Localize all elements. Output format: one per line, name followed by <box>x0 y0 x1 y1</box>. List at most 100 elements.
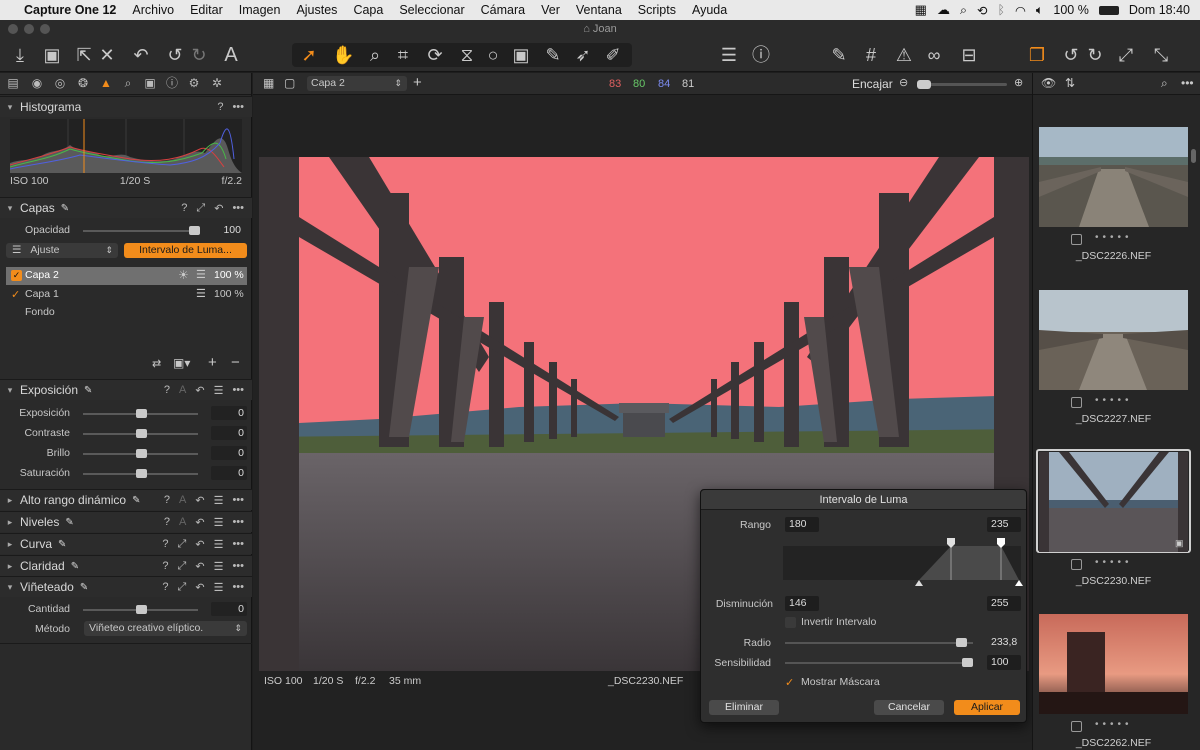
saturation-slider[interactable] <box>83 469 198 478</box>
brush-icon[interactable]: ✎ <box>71 561 79 572</box>
expand-icon[interactable]: ⤢ <box>178 560 187 573</box>
expand-icon[interactable]: ⤢ <box>178 538 187 551</box>
reset-icon[interactable]: ↶ <box>214 202 223 215</box>
more-icon[interactable]: ••• <box>232 384 244 397</box>
exposure-value[interactable]: 0 <box>211 406 247 420</box>
reset-icon[interactable]: ↶ <box>195 516 204 529</box>
spotlight-search-icon[interactable]: ⌕ <box>960 3 967 18</box>
window-zoom-button[interactable] <box>40 24 50 34</box>
hdr-header[interactable]: ▸ Alto rango dinámico ✎ ? A ↶ ☰ ••• <box>0 489 252 510</box>
zoom-slider-knob[interactable] <box>917 80 931 89</box>
exposure-slider[interactable] <box>83 409 198 418</box>
thumbnail-item[interactable]: ••••• _DSC2226.NEF <box>1039 127 1188 262</box>
menu-capa[interactable]: Capa <box>345 3 391 17</box>
window-close-button[interactable] <box>8 24 18 34</box>
stack-icon[interactable]: ❐ <box>1026 43 1048 67</box>
contrast-slider[interactable] <box>83 429 198 438</box>
thumbnail-checkbox[interactable] <box>1071 234 1082 245</box>
tab-metadata-icon[interactable]: ⓘ <box>165 76 179 90</box>
radius-slider-knob[interactable] <box>956 638 967 647</box>
browser-more-icon[interactable]: ••• <box>1181 76 1194 90</box>
menu-ver[interactable]: Ver <box>533 3 568 17</box>
tab-lens-icon[interactable]: ◎ <box>53 76 67 90</box>
thumbnail-image[interactable] <box>1039 127 1188 227</box>
saturation-value[interactable]: 0 <box>211 466 247 480</box>
battery-icon[interactable] <box>1098 5 1119 15</box>
rotate-tool-icon[interactable]: ⟳ <box>424 43 446 67</box>
layer-name[interactable]: Capa 1 <box>25 288 59 300</box>
rating-stars[interactable]: ••••• <box>1095 395 1133 406</box>
thumbnail-item[interactable]: ••••• _DSC2262.NEF <box>1039 614 1188 749</box>
mask-options-icon[interactable]: ▣▾ <box>173 356 190 370</box>
radius-slider[interactable] <box>785 638 973 647</box>
layer-visibility-checkbox[interactable]: ✓ <box>11 270 22 281</box>
viewer-layout-icon[interactable]: ☰ <box>718 43 740 67</box>
help-icon[interactable]: ? <box>164 516 170 529</box>
layer-row[interactable]: ✓ Capa 1 ☰ 100 % <box>6 286 247 304</box>
menu-ajustes[interactable]: Ajustes <box>288 3 345 17</box>
list-icon[interactable]: ☰ <box>214 581 224 594</box>
menu-ayuda[interactable]: Ayuda <box>684 3 735 17</box>
swap-icon[interactable]: ⇄ <box>152 357 161 370</box>
opacity-value[interactable]: 100 <box>208 223 244 237</box>
creative-cloud-icon[interactable]: ☁ <box>937 2 950 18</box>
more-icon[interactable]: ••• <box>232 101 244 113</box>
zoom-in-icon[interactable]: ⊕ <box>1014 76 1023 89</box>
rotate-left-icon[interactable]: ↺ <box>1060 43 1082 67</box>
help-icon[interactable]: ? <box>162 560 168 573</box>
eye-icon[interactable]: 👁︎ <box>1041 76 1056 90</box>
levels-header[interactable]: ▸ Niveles ✎ ? A ↶ ☰ ••• <box>0 511 252 532</box>
vignette-header[interactable]: ▾ Viñeteado ✎ ? ⤢ ↶ ☰ ••• <box>0 576 252 597</box>
thumbnail-image[interactable] <box>1039 614 1188 714</box>
brightness-value[interactable]: 0 <box>211 446 247 460</box>
thumbnail-checkbox[interactable] <box>1071 397 1082 408</box>
thumbnail-image[interactable] <box>1039 452 1188 552</box>
zoom-out-icon[interactable]: ⊖ <box>899 76 908 89</box>
reset-icon[interactable]: ↶ <box>195 581 204 594</box>
help-icon[interactable]: ? <box>164 384 170 397</box>
reset-icon[interactable]: ↶ <box>195 384 204 397</box>
show-mask-checkbox[interactable]: ✓ <box>785 676 794 689</box>
menu-scripts[interactable]: Scripts <box>630 3 684 17</box>
list-icon[interactable]: ☰ <box>214 494 224 507</box>
thumbnail-image[interactable] <box>1039 290 1188 390</box>
compare-icon[interactable]: ⊟ <box>958 43 980 67</box>
expand-icon[interactable]: ⤢ <box>178 581 187 594</box>
brightness-slider-knob[interactable] <box>136 449 147 458</box>
rotate-right-icon[interactable]: ↻ <box>1084 43 1106 67</box>
help-icon[interactable]: ? <box>162 581 168 594</box>
zoom-fit-label[interactable]: Encajar <box>852 77 893 91</box>
show-mask-label[interactable]: Mostrar Máscara <box>801 676 880 688</box>
tab-capture-icon[interactable]: ◉ <box>30 76 44 90</box>
opacity-slider[interactable] <box>83 226 200 235</box>
tab-batch-icon[interactable]: ✲ <box>210 76 224 90</box>
delete-button[interactable]: Eliminar <box>709 700 779 715</box>
luma-range-graph[interactable] <box>783 538 1023 592</box>
brush-icon[interactable]: ✎ <box>61 203 69 214</box>
reset-icon[interactable]: ↶ <box>195 538 204 551</box>
contrast-value[interactable]: 0 <box>211 426 247 440</box>
sensitivity-value[interactable]: 100 <box>987 655 1021 670</box>
clarity-header[interactable]: ▸ Claridad ✎ ? ⤢ ↶ ☰ ••• <box>0 555 252 576</box>
menu-camara[interactable]: Cámara <box>473 3 533 17</box>
menu-archivo[interactable]: Archivo <box>124 3 182 17</box>
menubar-clock[interactable]: Dom 18:40 <box>1129 3 1190 17</box>
copy-adjustments-icon[interactable]: ⤢ <box>1115 43 1137 67</box>
tab-adjustments-icon[interactable]: ▣ <box>143 76 157 90</box>
range-high-input[interactable]: 235 <box>987 517 1021 532</box>
invert-range-label[interactable]: Invertir Intervalo <box>801 616 876 628</box>
grid-icon[interactable]: # <box>860 43 882 67</box>
brush-tool-icon[interactable]: ✎ <box>542 43 564 67</box>
brush-icon[interactable]: ✎ <box>65 517 73 528</box>
battery-percent[interactable]: 100 % <box>1053 3 1088 17</box>
reset-icon[interactable]: ↶ <box>195 560 204 573</box>
sensitivity-slider-knob[interactable] <box>962 658 973 667</box>
invert-range-checkbox[interactable] <box>785 617 796 628</box>
menu-ventana[interactable]: Ventana <box>568 3 630 17</box>
film-strip-icon[interactable]: ▦ <box>915 2 927 18</box>
more-icon[interactable]: ••• <box>232 202 244 215</box>
tab-exposure-icon[interactable]: ▲ <box>99 76 113 90</box>
tab-details-icon[interactable]: ⌕ <box>121 76 135 90</box>
tab-output-icon[interactable]: ⚙ <box>187 76 201 90</box>
layer-row-selected[interactable]: ✓ Capa 2 ☀ ☰ 100 % <box>6 267 247 285</box>
